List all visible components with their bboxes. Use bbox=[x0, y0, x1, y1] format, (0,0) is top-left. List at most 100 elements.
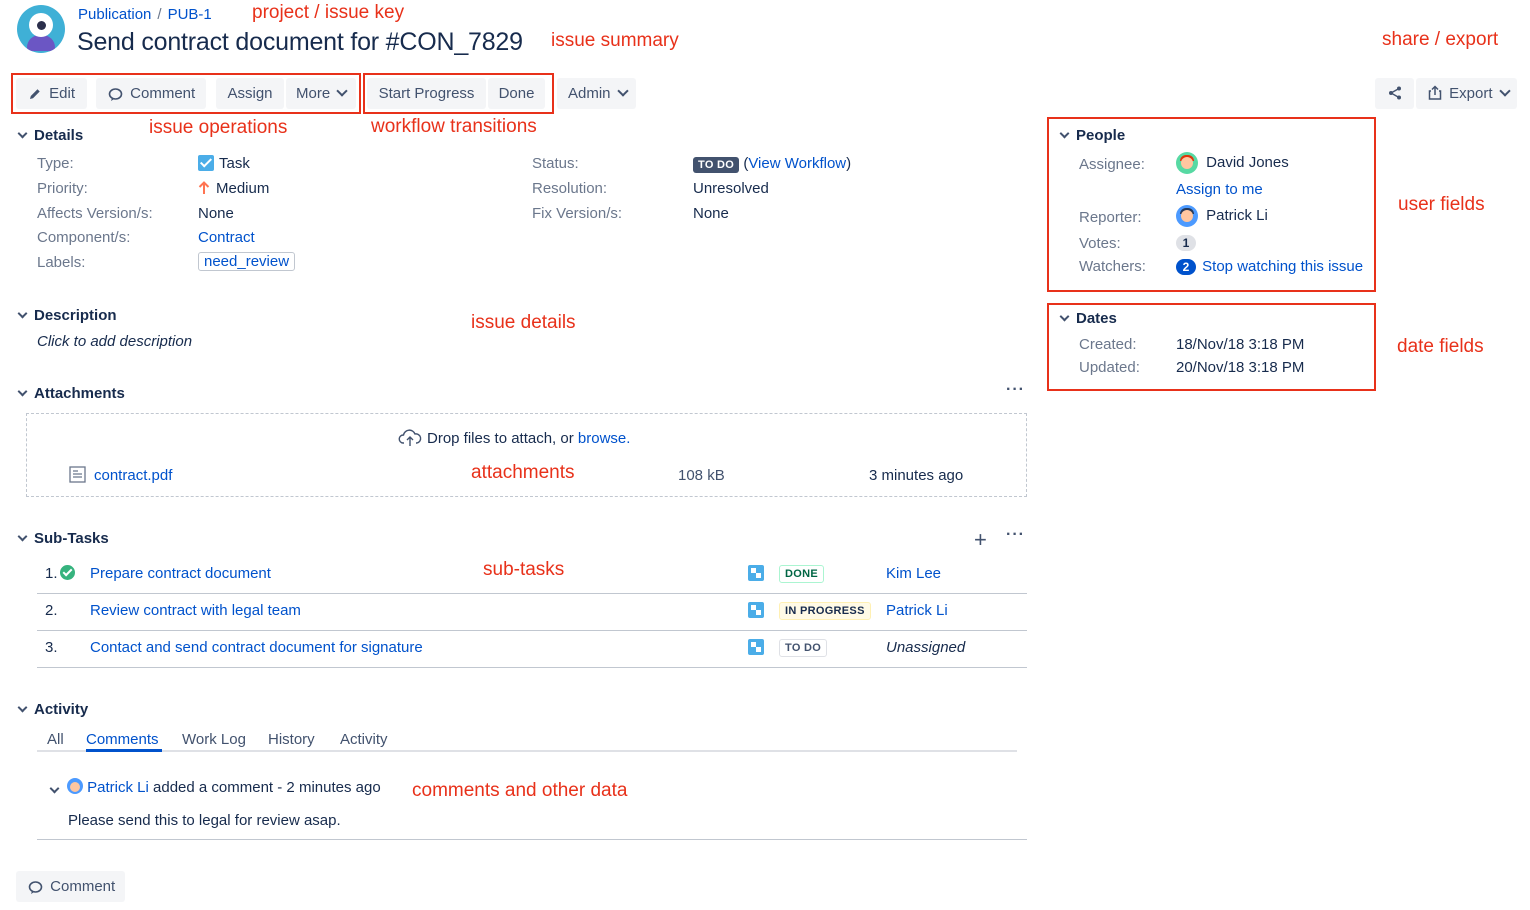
subtask-assignee[interactable]: Kim Lee bbox=[886, 565, 941, 582]
checkbox-icon bbox=[198, 155, 214, 171]
label-chip[interactable]: need_review bbox=[198, 252, 296, 271]
fix-version-value[interactable]: None bbox=[693, 205, 729, 222]
browse-link[interactable]: browse. bbox=[578, 430, 631, 447]
annotation-issue-details: issue details bbox=[471, 312, 576, 333]
comment-meta: added a comment - 2 minutes ago bbox=[153, 779, 381, 796]
annotation-user-fields: user fields bbox=[1398, 194, 1485, 215]
subtask-type-icon bbox=[748, 602, 764, 618]
tab-history[interactable]: History bbox=[268, 731, 315, 748]
comment-icon bbox=[28, 880, 43, 894]
attachments-header[interactable]: Attachments bbox=[16, 385, 125, 402]
component-link[interactable]: Contract bbox=[198, 229, 255, 246]
annotation-date-fields: date fields bbox=[1397, 336, 1484, 357]
subtask-row[interactable]: 3. Contact and send contract document fo… bbox=[37, 631, 1027, 668]
comment-divider bbox=[37, 839, 1027, 840]
avatar[interactable] bbox=[67, 778, 83, 794]
subtask-title[interactable]: Contact and send contract document for s… bbox=[90, 639, 423, 656]
chevron-down-icon bbox=[17, 386, 28, 397]
type-value: Task bbox=[198, 155, 250, 172]
active-tab-indicator bbox=[86, 749, 162, 752]
issue-operations-box bbox=[11, 73, 361, 114]
collapse-comment-icon[interactable] bbox=[49, 779, 60, 795]
issue-summary[interactable]: Send contract document for #CON_7829 bbox=[77, 28, 523, 57]
date-fields-box bbox=[1047, 303, 1376, 391]
subtask-title[interactable]: Review contract with legal team bbox=[90, 602, 301, 619]
add-subtask-icon[interactable]: + bbox=[974, 529, 987, 551]
subtask-row[interactable]: 2. Review contract with legal team IN PR… bbox=[37, 594, 1027, 631]
check-circle-icon bbox=[60, 565, 75, 580]
annotation-summary: issue summary bbox=[551, 30, 679, 51]
chevron-down-icon bbox=[1498, 85, 1511, 97]
subtask-type-icon bbox=[748, 565, 764, 581]
tab-all[interactable]: All bbox=[47, 731, 64, 748]
breadcrumb-project[interactable]: Publication bbox=[78, 6, 151, 23]
view-workflow-link[interactable]: View Workflow bbox=[748, 155, 846, 172]
attachment-time: 3 minutes ago bbox=[869, 467, 964, 484]
drop-files-text: Drop files to attach, or browse. bbox=[398, 429, 630, 447]
annotation-workflow: workflow transitions bbox=[371, 116, 537, 137]
subtasks-more-icon[interactable]: ··· bbox=[1006, 526, 1025, 544]
share-icon bbox=[1389, 86, 1401, 100]
export-dropdown[interactable]: Export bbox=[1416, 78, 1517, 109]
annotation-comments: comments and other data bbox=[412, 780, 628, 801]
subtask-assignee: Unassigned bbox=[886, 639, 966, 656]
annotation-subtasks: sub-tasks bbox=[483, 559, 565, 580]
chevron-down-icon bbox=[17, 531, 28, 542]
tab-comments[interactable]: Comments bbox=[86, 731, 159, 748]
activity-header[interactable]: Activity bbox=[16, 701, 88, 718]
status-lozenge: TO DO bbox=[693, 157, 740, 173]
labels-value: need_review bbox=[198, 252, 296, 271]
status-value: TO DO (View Workflow) bbox=[693, 155, 851, 173]
share-button[interactable] bbox=[1375, 78, 1414, 109]
status-lozenge: IN PROGRESS bbox=[779, 602, 871, 620]
annotation-share-export: share / export bbox=[1382, 29, 1499, 50]
resolution-label: Resolution: bbox=[532, 180, 608, 197]
cloud-upload-icon bbox=[398, 429, 422, 446]
description-field[interactable]: Click to add description bbox=[37, 333, 192, 350]
comment-body: Please send this to legal for review asa… bbox=[68, 812, 341, 829]
tab-activity[interactable]: Activity bbox=[340, 731, 388, 748]
resolution-value: Unresolved bbox=[693, 180, 769, 197]
status-lozenge: DONE bbox=[779, 565, 824, 583]
description-header[interactable]: Description bbox=[16, 307, 117, 324]
attachments-more-icon[interactable]: ··· bbox=[1006, 381, 1025, 399]
affects-version-value[interactable]: None bbox=[198, 205, 234, 222]
export-icon bbox=[1428, 85, 1442, 100]
labels-label: Labels: bbox=[37, 254, 86, 271]
attachment-dropzone[interactable] bbox=[26, 413, 1027, 497]
chevron-down-icon bbox=[616, 85, 629, 97]
add-comment-button[interactable]: Comment bbox=[16, 871, 125, 902]
details-header[interactable]: Details bbox=[16, 127, 83, 144]
admin-dropdown[interactable]: Admin bbox=[557, 78, 636, 109]
subtask-title[interactable]: Prepare contract document bbox=[90, 565, 271, 582]
attachment-file-link[interactable]: contract.pdf bbox=[94, 467, 172, 484]
annotation-operations: issue operations bbox=[149, 117, 288, 138]
status-label: Status: bbox=[532, 155, 579, 172]
status-lozenge: TO DO bbox=[779, 639, 828, 657]
annotation-attachments: attachments bbox=[471, 462, 575, 483]
arrow-up-icon bbox=[198, 181, 210, 194]
breadcrumb: Publication / PUB-1 bbox=[78, 6, 212, 23]
fix-version-label: Fix Version/s: bbox=[532, 205, 623, 222]
user-fields-box bbox=[1047, 117, 1376, 292]
chevron-down-icon bbox=[17, 308, 28, 319]
chevron-down-icon bbox=[17, 128, 28, 139]
workflow-transitions-box bbox=[363, 73, 554, 114]
breadcrumb-issue-key[interactable]: PUB-1 bbox=[168, 6, 212, 23]
subtasks-header[interactable]: Sub-Tasks bbox=[16, 530, 109, 547]
type-label: Type: bbox=[37, 155, 74, 172]
priority-value: Medium bbox=[198, 180, 269, 197]
file-icon bbox=[69, 466, 86, 486]
tabs-divider bbox=[37, 750, 1017, 752]
annotation-project-key: project / issue key bbox=[252, 2, 405, 23]
tab-work-log[interactable]: Work Log bbox=[182, 731, 246, 748]
attachment-size: 108 kB bbox=[678, 467, 725, 484]
subtask-type-icon bbox=[748, 639, 764, 655]
chevron-down-icon bbox=[17, 702, 28, 713]
comment-author-link[interactable]: Patrick Li bbox=[87, 779, 149, 796]
subtask-assignee[interactable]: Patrick Li bbox=[886, 602, 948, 619]
components-label: Component/s: bbox=[37, 229, 131, 246]
priority-label: Priority: bbox=[37, 180, 88, 197]
comment-header: Patrick Li added a comment - 2 minutes a… bbox=[67, 778, 381, 796]
project-avatar[interactable] bbox=[17, 5, 65, 53]
